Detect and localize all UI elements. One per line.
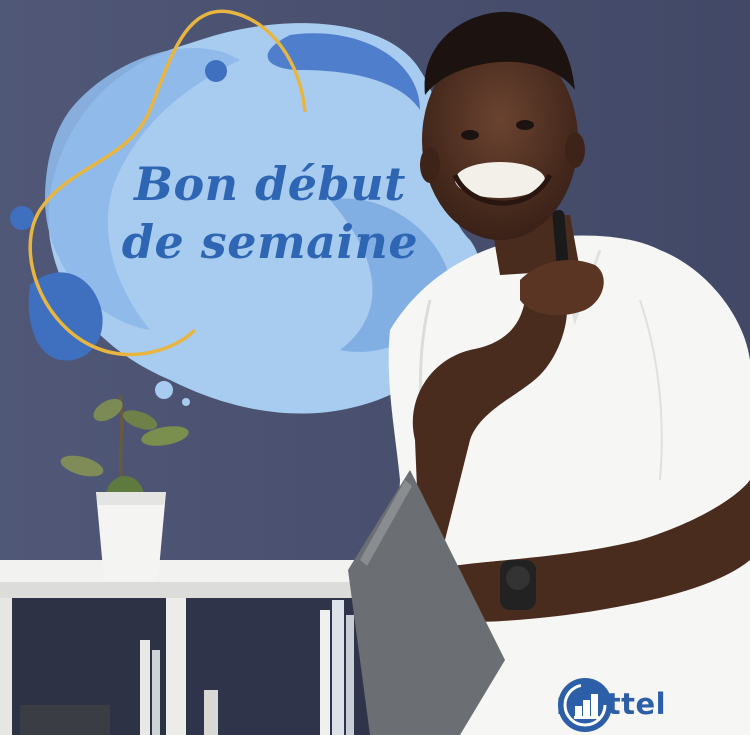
background-illustration (0, 0, 750, 735)
brand-logo: mattel (556, 676, 666, 732)
headline: Bon début de semaine (70, 155, 470, 271)
photo-scene: Bon début de semaine mattel (0, 0, 750, 735)
headline-line-2: de semaine (121, 215, 419, 269)
headline-line-1: Bon début (134, 157, 406, 211)
mattel-logo-icon (558, 678, 612, 732)
